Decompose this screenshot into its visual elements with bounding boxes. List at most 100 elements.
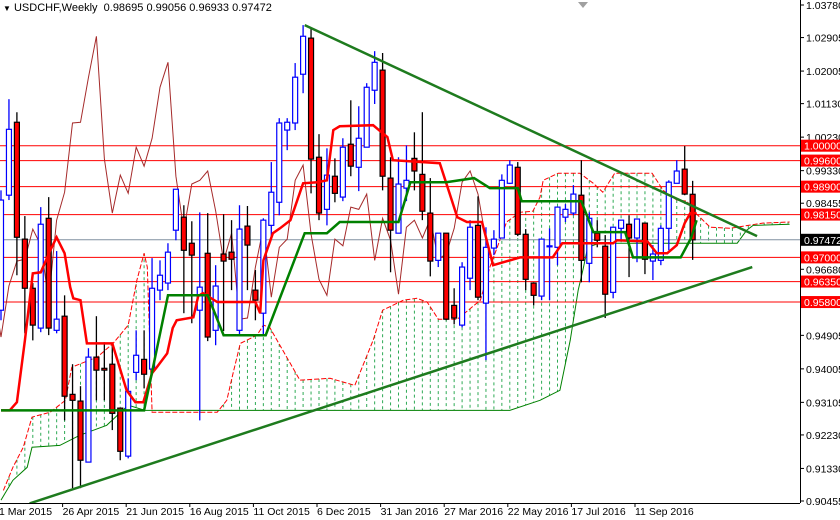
bull-candle-body	[490, 238, 497, 249]
chart-shift-marker-icon[interactable]	[578, 2, 588, 8]
bear-candle-body	[451, 304, 458, 319]
candle	[617, 219, 625, 241]
candle	[69, 364, 76, 489]
level-price-label: 0.97000	[804, 252, 840, 264]
candle	[53, 251, 60, 334]
bear-candle-body	[69, 393, 76, 401]
time-tick-label: 16 Aug 2015	[190, 506, 249, 518]
level-price-label: 0.96350	[804, 277, 840, 289]
candle	[459, 262, 466, 328]
bull-candle-body	[617, 219, 625, 229]
bear-candle-body	[117, 407, 124, 452]
candle	[427, 178, 434, 277]
bull-candle-body	[133, 354, 140, 373]
time-tick-label: 11 Sep 2016	[635, 506, 694, 518]
candle	[657, 225, 664, 266]
candle	[77, 386, 84, 489]
price-tick-label: 1.02905	[806, 33, 840, 45]
candle	[347, 100, 354, 177]
candle	[117, 407, 124, 461]
bear-candle-body	[13, 121, 20, 238]
bull-candle-body	[506, 164, 513, 184]
bull-candle-body	[482, 246, 490, 304]
bear-candle-body	[443, 232, 450, 320]
candle	[220, 214, 227, 332]
level-price-label: 1.00000	[804, 141, 840, 153]
candle	[292, 63, 299, 131]
bear-candle-body	[101, 367, 108, 371]
price-tick-label: 1.03780	[806, 0, 840, 12]
bear-candle-body	[109, 363, 116, 414]
candle	[141, 330, 148, 389]
chart-title: ▼ USDCHF,Weekly 0.98695 0.99056 0.96933 …	[3, 2, 272, 14]
bear-candle-body	[188, 242, 195, 256]
time-tick-label: 11 Oct 2015	[253, 506, 310, 518]
candle	[133, 330, 140, 381]
bull-candle-body	[610, 226, 617, 293]
candle	[379, 53, 386, 191]
price-tick-label: 0.96680	[806, 264, 840, 276]
candle	[363, 83, 370, 148]
bear-candle-body	[228, 251, 235, 260]
bear-candle-body	[347, 143, 354, 167]
bear-candle-body	[244, 225, 251, 246]
bear-candle-body	[594, 232, 601, 241]
price-chart[interactable]: 1.037801.029051.020051.011301.002300.993…	[0, 0, 840, 520]
candle	[466, 220, 474, 291]
bull-candle-body	[673, 170, 680, 184]
candle	[180, 205, 187, 314]
bull-candle-body	[172, 188, 179, 231]
candle	[164, 243, 172, 291]
bull-candle-body	[562, 208, 569, 218]
level-price-label: 0.95800	[804, 297, 840, 309]
price-tick-label: 0.94905	[806, 330, 840, 342]
bull-candle-body	[156, 274, 164, 291]
bear-candle-body	[45, 217, 52, 329]
candle	[498, 174, 505, 239]
candle	[244, 206, 251, 291]
bear-candle-body	[93, 356, 100, 371]
candle	[562, 204, 569, 223]
menu-triangle-icon[interactable]: ▼	[3, 4, 11, 13]
time-tick-label: 26 Apr 2015	[63, 506, 120, 518]
candle	[196, 212, 203, 421]
candle	[514, 162, 521, 237]
candle	[0, 190, 5, 321]
candle	[45, 197, 52, 336]
bull-candle-body	[53, 318, 60, 331]
bear-candle-body	[21, 238, 28, 289]
kijun-sen-line	[1, 176, 698, 412]
time-tick-label: 17 Jul 2016	[571, 506, 625, 518]
candle	[689, 180, 696, 260]
bull-candle-body	[125, 390, 132, 457]
level-price-label: 0.98150	[804, 210, 840, 222]
price-tick-label: 0.94005	[806, 364, 840, 376]
price-tick-label: 0.98455	[806, 198, 840, 210]
candle	[419, 112, 426, 221]
bear-candle-body	[141, 358, 148, 375]
price-tick-label: 1.02005	[806, 66, 840, 78]
candle	[101, 342, 108, 401]
candle	[307, 28, 315, 194]
candle	[538, 238, 545, 301]
bull-candle-body	[466, 226, 474, 279]
candle	[156, 260, 164, 301]
chart-window: 1.037801.029051.020051.011301.002300.993…	[0, 0, 840, 520]
price-tick-label: 1.01130	[806, 99, 840, 111]
bull-candle-body	[284, 121, 291, 131]
bear-candle-body	[602, 245, 609, 295]
candle	[315, 134, 323, 221]
candle	[109, 345, 116, 431]
bull-candle-body	[5, 128, 13, 196]
plot-area	[0, 23, 800, 503]
price-tick-label: 0.90455	[806, 496, 840, 508]
current-price-label: 0.97472	[804, 235, 840, 247]
bear-candle-body	[530, 282, 537, 296]
candle	[85, 348, 92, 463]
bull-candle-body	[268, 191, 275, 226]
time-tick-label: 27 Mar 2016	[444, 506, 503, 518]
candle	[61, 295, 68, 421]
candle	[188, 221, 195, 324]
price-tick-label: 0.92230	[806, 430, 840, 442]
bear-candle-body	[331, 175, 338, 194]
